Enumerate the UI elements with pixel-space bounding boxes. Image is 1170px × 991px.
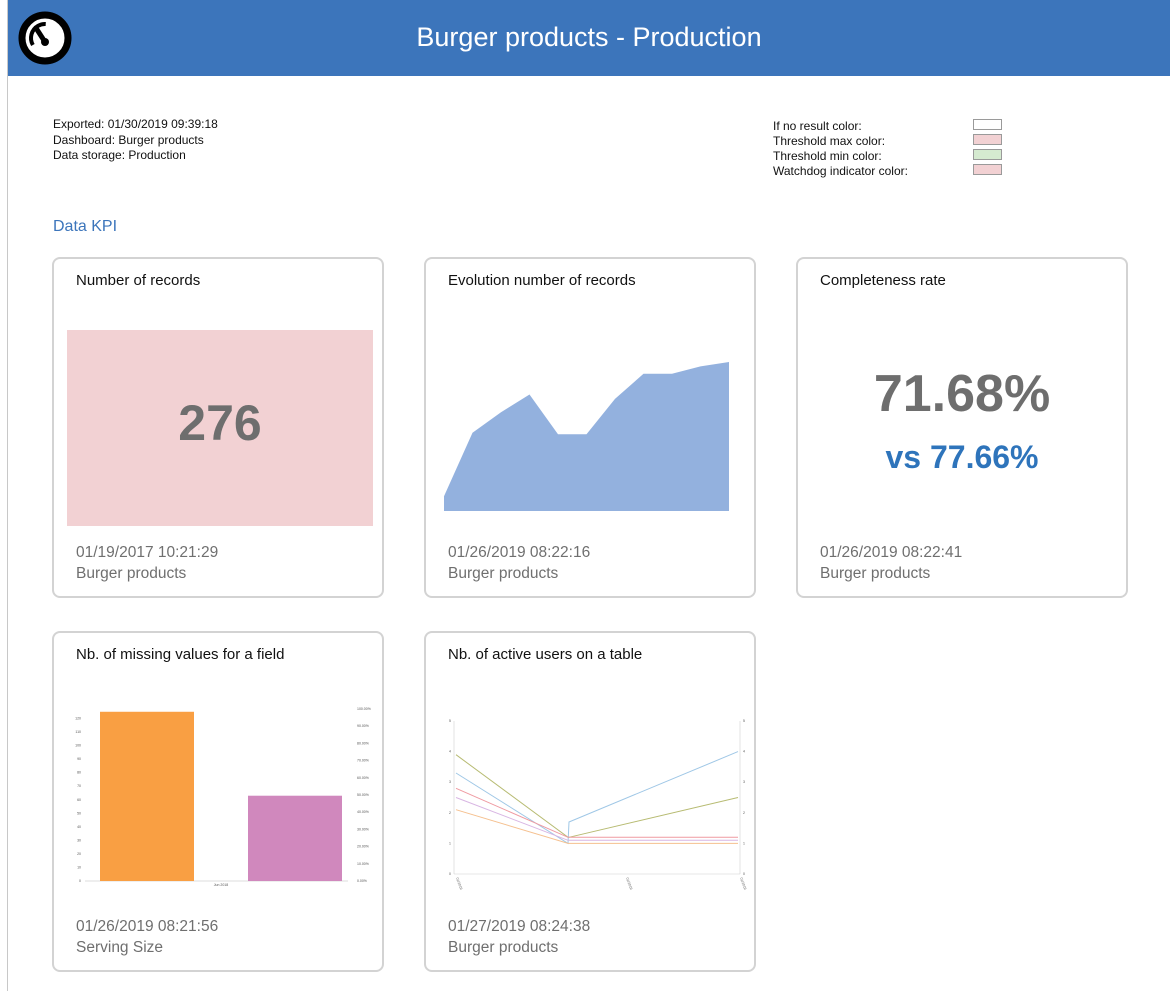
- y-tick-label: 120: [75, 717, 81, 721]
- completeness-comparison: vs 77.66%: [885, 439, 1039, 475]
- y2-tick-label: 80.00%: [357, 741, 369, 745]
- card-source: Burger products: [448, 939, 559, 956]
- kpi-card-active-users[interactable]: Nb. of active users on a table 001122334…: [424, 631, 756, 972]
- legend-label: Watchdog indicator color:: [773, 164, 908, 178]
- y-tick-label: 100: [75, 744, 81, 748]
- legend-swatch: [973, 149, 1002, 160]
- legend-label: Threshold min color:: [773, 149, 882, 163]
- y-tick-label: 5: [449, 719, 451, 723]
- bar: [248, 795, 342, 881]
- bar: [100, 711, 194, 881]
- color-legend: If no result color: Threshold max color:…: [773, 118, 1013, 178]
- card-source: Burger products: [820, 565, 931, 582]
- y2-tick-label: 40.00%: [357, 810, 369, 814]
- legend-row-no-result: If no result color:: [773, 118, 1013, 133]
- card-title: Completeness rate: [820, 272, 946, 289]
- legend-swatch: [973, 119, 1002, 130]
- legend-label: Threshold max color:: [773, 134, 886, 148]
- y2-tick-label: 4: [743, 750, 745, 754]
- line-chart: 0 0 1 1 2 2 3 3 4 4 5 5 01/2019 01/2019 01/2019: [449, 719, 747, 890]
- y2-tick-label: 3: [743, 780, 745, 784]
- card-date: 01/19/2017 10:21:29: [76, 544, 219, 561]
- y2-tick-label: 70.00%: [357, 759, 369, 763]
- y-tick-label: 2: [449, 811, 451, 815]
- x-tick-label: Jun 2018: [214, 883, 228, 887]
- y-tick-label: 110: [75, 730, 81, 734]
- y2-tick-label: 50.00%: [357, 793, 369, 797]
- y-tick-label: 80: [77, 771, 81, 775]
- dashboard-name: Dashboard: Burger products: [53, 132, 204, 147]
- y-tick-label: 50: [77, 811, 81, 815]
- line-series: [455, 787, 738, 838]
- y-tick-label: 1: [449, 841, 451, 845]
- header-bar: Burger products - Production: [8, 0, 1170, 76]
- card-date: 01/26/2019 08:22:16: [448, 544, 591, 561]
- y-tick-label: 90: [77, 757, 81, 761]
- y-tick-label: 0: [449, 872, 451, 876]
- line-series: [455, 754, 739, 838]
- export-info: Exported: 01/30/2019 09:39:18 Dashboard:…: [53, 117, 218, 164]
- y-tick-label: 60: [77, 798, 81, 802]
- kpi-card-evolution-records[interactable]: Evolution number of records 01/26/2019 0…: [424, 257, 756, 598]
- y-tick-label: 0: [79, 879, 81, 883]
- y-tick-label: 4: [449, 750, 451, 754]
- x-tick-label: 01/2019: [455, 877, 463, 890]
- card-title: Number of records: [76, 272, 201, 289]
- data-storage: Data storage: Production: [53, 148, 186, 162]
- y-tick-label: 10: [77, 865, 81, 869]
- y2-tick-label: 30.00%: [357, 827, 369, 831]
- kpi-card-missing-values[interactable]: Nb. of missing values for a field 0 10 20 3…: [52, 631, 384, 972]
- y-tick-label: 3: [449, 780, 451, 784]
- line-series: [455, 751, 739, 845]
- export-date: Exported: 01/30/2019 09:39:18: [53, 117, 218, 131]
- card-source: Serving Size: [76, 939, 164, 956]
- card-source: Burger products: [76, 565, 187, 582]
- x-tick-label: 01/2019: [739, 877, 747, 890]
- line-series: [455, 797, 738, 841]
- y-tick-label: 70: [77, 784, 81, 788]
- y-tick-label: 30: [77, 838, 81, 842]
- kpi-card-number-of-records[interactable]: Number of records 276 01/19/2017 10:21:2…: [52, 257, 384, 598]
- bar-chart: 0 10 20 30 40 50 60 70 80 90 100 110 120 0.00% 10.00% 2…: [75, 707, 371, 887]
- y2-tick-label: 100.00%: [357, 707, 371, 711]
- page-title: Burger products - Production: [416, 22, 762, 52]
- legend-swatch: [973, 164, 1002, 175]
- kpi-card-completeness-rate[interactable]: Completeness rate 71.68% vs 77.66% 01/26…: [796, 257, 1128, 598]
- legend-row-threshold-max: Threshold max color:: [773, 133, 1013, 148]
- area-chart: [443, 361, 730, 511]
- card-source: Burger products: [448, 565, 559, 582]
- legend-row-threshold-min: Threshold min color:: [773, 148, 1013, 163]
- y2-tick-label: 90.00%: [357, 724, 369, 728]
- y-tick-label: 20: [77, 852, 81, 856]
- area-series: [444, 362, 729, 511]
- line-series: [455, 809, 738, 844]
- card-date: 01/26/2019 08:21:56: [76, 918, 219, 935]
- y2-tick-label: 2: [743, 811, 745, 815]
- completeness-value: 71.68%: [873, 365, 1051, 423]
- x-tick-label: 01/2019: [625, 877, 633, 890]
- kpi-value: 276: [178, 395, 262, 451]
- kpi-value-box: 276: [67, 330, 373, 526]
- y2-tick-label: 60.00%: [357, 776, 369, 780]
- y2-tick-label: 1: [743, 841, 745, 845]
- card-date: 01/27/2019 08:24:38: [448, 918, 591, 935]
- y2-tick-label: 0: [743, 872, 745, 876]
- section-title: Data KPI: [53, 218, 118, 235]
- y2-tick-label: 0.00%: [357, 879, 367, 883]
- y-tick-label: 40: [77, 825, 81, 829]
- legend-row-watchdog: Watchdog indicator color:: [773, 163, 1013, 178]
- card-date: 01/26/2019 08:22:41: [820, 544, 963, 561]
- y2-tick-label: 10.00%: [357, 862, 369, 866]
- legend-swatch: [973, 134, 1002, 145]
- legend-label: If no result color:: [773, 119, 862, 133]
- y2-tick-label: 5: [743, 719, 745, 723]
- y2-tick-label: 20.00%: [357, 845, 369, 849]
